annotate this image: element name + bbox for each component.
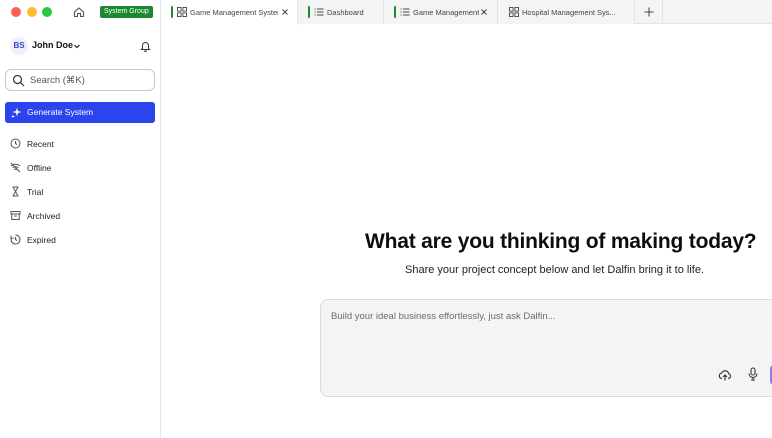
window-titlebar: System Group — [0, 0, 161, 24]
close-window-button[interactable] — [11, 7, 21, 17]
archive-icon — [10, 211, 21, 220]
tab-accent — [171, 6, 173, 18]
close-icon[interactable] — [479, 7, 489, 17]
tab-label: Dashboard — [327, 8, 364, 17]
page-title: What are you thinking of making today? — [365, 230, 757, 253]
sidebar-item-label: Archived — [27, 211, 61, 221]
sidebar-item-expired[interactable]: Expired — [10, 233, 155, 247]
home-icon[interactable] — [73, 6, 85, 18]
minimize-window-button[interactable] — [27, 7, 37, 17]
plus-icon — [644, 7, 654, 17]
avatar: BS — [10, 37, 28, 55]
sidebar: System Group BS John Doe Search (⌘K) Gen… — [0, 0, 161, 438]
tab-bar: Game Management System Dashboard Game Ma… — [161, 0, 772, 25]
tab-label: Hospital Management Sys... — [522, 8, 616, 17]
microphone-icon[interactable] — [747, 367, 759, 381]
sidebar-item-archived[interactable]: Archived — [10, 209, 155, 223]
tab-label: Game Management System — [190, 8, 278, 17]
prompt-composer — [320, 299, 772, 397]
user-name: John Doe — [32, 40, 74, 50]
sparkle-icon — [11, 107, 22, 118]
prompt-input[interactable] — [331, 311, 761, 351]
system-group-badge[interactable]: System Group — [100, 6, 153, 18]
tab-dashboard[interactable]: Dashboard — [298, 0, 384, 24]
list-icon — [314, 8, 324, 16]
tab-label: Game Management — [413, 8, 479, 17]
chevron-down-icon — [74, 44, 80, 49]
wifi-off-icon — [10, 162, 21, 173]
search-input[interactable]: Search (⌘K) — [30, 75, 85, 86]
sidebar-item-offline[interactable]: Offline — [10, 161, 155, 175]
new-tab-button[interactable] — [635, 0, 663, 24]
tab-game-management[interactable]: Game Management — [384, 0, 498, 24]
upload-icon[interactable] — [718, 368, 732, 382]
grid-icon — [509, 7, 519, 17]
tab-accent — [308, 6, 310, 18]
bell-icon[interactable] — [140, 40, 151, 52]
close-icon[interactable] — [280, 7, 290, 17]
page-subtitle: Share your project concept below and let… — [405, 264, 704, 276]
list-icon — [400, 8, 410, 16]
sidebar-item-label: Trial — [27, 187, 44, 197]
clock-icon — [10, 138, 21, 149]
generate-system-button[interactable]: Generate System — [5, 102, 155, 123]
tab-hospital-management-system[interactable]: Hospital Management Sys... — [498, 0, 635, 24]
search-bar[interactable]: Search (⌘K) — [5, 69, 155, 91]
sidebar-item-label: Offline — [27, 163, 52, 173]
generate-system-label: Generate System — [27, 107, 94, 117]
sidebar-item-trial[interactable]: Trial — [10, 185, 155, 199]
tab-accent — [394, 6, 396, 18]
tab-game-management-system[interactable]: Game Management System — [161, 0, 298, 25]
sidebar-item-label: Recent — [27, 139, 54, 149]
user-menu[interactable]: BS John Doe — [10, 37, 155, 55]
search-icon — [12, 74, 25, 87]
grid-icon — [177, 7, 187, 17]
hourglass-icon — [12, 186, 19, 197]
zoom-window-button[interactable] — [42, 7, 52, 17]
sidebar-item-label: Expired — [27, 235, 56, 245]
sidebar-item-recent[interactable]: Recent — [10, 137, 155, 151]
clock-expired-icon — [10, 234, 21, 245]
